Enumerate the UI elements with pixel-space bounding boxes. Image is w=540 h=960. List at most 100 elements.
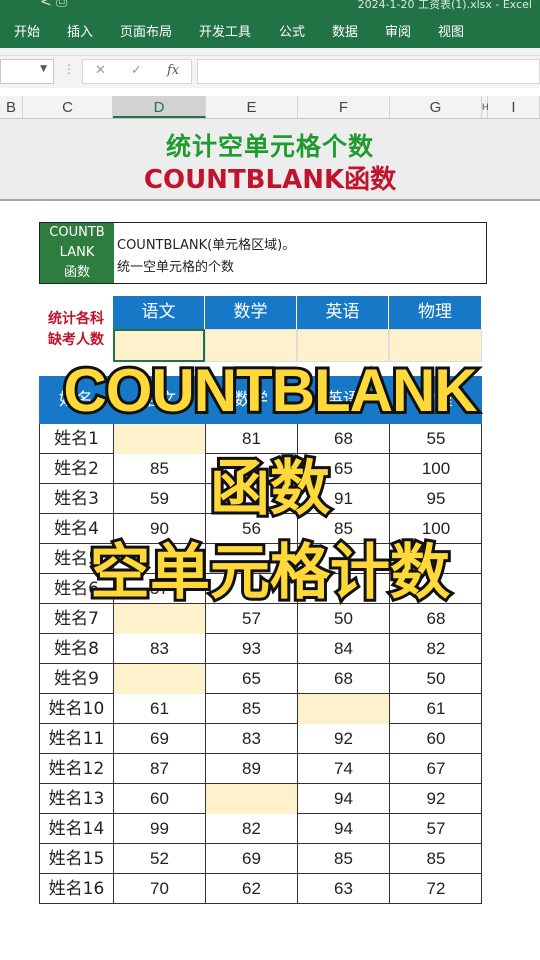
table-row: 姓名13 60 94 92 xyxy=(39,784,482,814)
score-cell[interactable]: 57 xyxy=(389,814,482,844)
column-header-c[interactable]: C xyxy=(23,96,113,118)
column-header-b[interactable]: B xyxy=(0,96,23,118)
score-cell[interactable]: 82 xyxy=(205,814,297,844)
subject-chinese[interactable]: 语文 xyxy=(113,296,205,329)
subject-math[interactable]: 数学 xyxy=(205,296,297,329)
score-cell[interactable]: 94 xyxy=(297,814,389,844)
window-title: 2024-1-20 工资表(1).xlsx - Excel xyxy=(357,0,532,11)
tab-data[interactable]: 数据 xyxy=(332,21,358,40)
tab-developer[interactable]: 开发工具 xyxy=(199,21,251,40)
table-row: 姓名12 87 89 74 67 xyxy=(39,754,482,784)
function-name-line: LANK xyxy=(59,245,95,260)
table-row: 姓名9 65 68 50 xyxy=(39,664,482,694)
tab-page-layout[interactable]: 页面布局 xyxy=(120,21,172,40)
table-row: 姓名8 83 93 84 82 xyxy=(39,634,482,664)
function-name-line: COUNTB xyxy=(49,225,105,240)
score-cell[interactable]: 84 xyxy=(297,634,389,664)
function-meaning: 统一空单元格的个数 xyxy=(117,260,235,275)
score-cell[interactable]: 87 xyxy=(113,754,205,784)
score-cell[interactable]: 85 xyxy=(297,844,389,874)
score-cell[interactable]: 50 xyxy=(389,664,482,694)
student-name-cell[interactable]: 姓名12 xyxy=(39,754,113,784)
score-cell[interactable] xyxy=(113,664,205,694)
score-cell[interactable]: 69 xyxy=(205,844,297,874)
score-cell[interactable]: 65 xyxy=(205,664,297,694)
formula-input[interactable] xyxy=(197,59,540,84)
tab-home[interactable]: 开始 xyxy=(14,21,40,40)
score-cell[interactable]: 63 xyxy=(297,874,389,904)
student-name-cell[interactable]: 姓名16 xyxy=(39,874,113,904)
score-cell[interactable]: 60 xyxy=(113,784,205,814)
fx-icon[interactable]: fx xyxy=(167,63,179,78)
cancel-icon[interactable]: ✕ xyxy=(95,63,106,78)
caption-line-1: COUNTBLANK xyxy=(60,354,480,427)
score-cell[interactable]: 61 xyxy=(389,694,482,724)
student-name-cell[interactable]: 姓名14 xyxy=(39,814,113,844)
score-cell[interactable]: 83 xyxy=(113,634,205,664)
score-cell[interactable]: 89 xyxy=(205,754,297,784)
column-header-e[interactable]: E xyxy=(206,96,298,118)
caption-line-2: 函数 xyxy=(207,451,333,527)
formula-buttons: ✕ ✓ fx xyxy=(82,59,192,84)
score-cell[interactable]: 85 xyxy=(205,694,297,724)
score-cell[interactable] xyxy=(297,694,389,724)
score-cell[interactable]: 70 xyxy=(113,874,205,904)
function-name-cell[interactable]: COUNTB LANK 函数 xyxy=(40,223,114,283)
absent-label-line: 缺考人数 xyxy=(48,332,104,348)
column-header-g[interactable]: G xyxy=(390,96,482,118)
student-name-cell[interactable]: 姓名13 xyxy=(39,784,113,814)
score-cell[interactable]: 99 xyxy=(113,814,205,844)
absent-label-line: 统计各科 xyxy=(48,311,104,327)
tab-review[interactable]: 审阅 xyxy=(385,21,411,40)
ribbon-divider xyxy=(0,48,540,56)
score-cell[interactable]: 69 xyxy=(113,724,205,754)
score-cell[interactable]: 92 xyxy=(297,724,389,754)
score-cell[interactable]: 92 xyxy=(389,784,482,814)
drag-handle-icon[interactable]: ⋮ xyxy=(63,62,75,76)
score-cell[interactable]: 83 xyxy=(205,724,297,754)
student-name-cell[interactable]: 姓名11 xyxy=(39,724,113,754)
tab-insert[interactable]: 插入 xyxy=(67,21,93,40)
score-cell[interactable]: 93 xyxy=(205,634,297,664)
student-name-cell[interactable]: 姓名8 xyxy=(39,634,113,664)
formula-bar: ▼ ⋮ ✕ ✓ fx xyxy=(0,56,540,88)
banner-subtitle: COUNTBLANK函数 xyxy=(143,165,397,195)
column-header-i[interactable]: I xyxy=(488,96,540,118)
score-cell[interactable]: 72 xyxy=(389,874,482,904)
score-cell[interactable]: 82 xyxy=(389,634,482,664)
student-name-cell[interactable]: 姓名9 xyxy=(39,664,113,694)
subject-physics[interactable]: 物理 xyxy=(389,296,482,329)
function-syntax: COUNTBLANK(单元格区域)。 xyxy=(117,238,296,253)
table-row: 姓名15 52 69 85 85 xyxy=(39,844,482,874)
score-cell[interactable]: 60 xyxy=(389,724,482,754)
score-cell[interactable]: 68 xyxy=(297,664,389,694)
chevron-down-icon[interactable]: ▼ xyxy=(40,64,47,74)
function-description: COUNTB LANK 函数 COUNTBLANK(单元格区域)。 统一空单元格… xyxy=(39,222,487,284)
banner: 统计空单元格个数 COUNTBLANK函数 xyxy=(0,119,540,201)
student-name-cell[interactable]: 姓名10 xyxy=(39,694,113,724)
subject-english[interactable]: 英语 xyxy=(297,296,389,329)
absent-count-label: 统计各科 缺考人数 xyxy=(40,309,112,351)
score-cell[interactable]: 85 xyxy=(389,844,482,874)
table-row: 姓名16 70 62 63 72 xyxy=(39,874,482,904)
tab-view[interactable]: 视图 xyxy=(438,21,464,40)
name-box[interactable]: ▼ xyxy=(0,59,54,84)
score-cell[interactable] xyxy=(205,784,297,814)
column-header-d[interactable]: D xyxy=(113,96,206,118)
score-cell[interactable]: 74 xyxy=(297,754,389,784)
excel-window: < ⎙ 2024-1-20 工资表(1).xlsx - Excel 开始 插入 … xyxy=(0,0,540,960)
table-row: 姓名11 69 83 92 60 xyxy=(39,724,482,754)
column-header-f[interactable]: F xyxy=(298,96,390,118)
title-bar: < ⎙ 2024-1-20 工资表(1).xlsx - Excel xyxy=(0,0,540,12)
score-cell[interactable]: 52 xyxy=(113,844,205,874)
table-row: 姓名14 99 82 94 57 xyxy=(39,814,482,844)
tab-formulas[interactable]: 公式 xyxy=(279,21,305,40)
score-cell[interactable]: 94 xyxy=(297,784,389,814)
score-cell[interactable]: 61 xyxy=(113,694,205,724)
banner-title: 统计空单元格个数 xyxy=(165,132,374,161)
score-cell[interactable]: 67 xyxy=(389,754,482,784)
check-icon[interactable]: ✓ xyxy=(131,63,142,78)
score-cell[interactable]: 62 xyxy=(205,874,297,904)
student-name-cell[interactable]: 姓名15 xyxy=(39,844,113,874)
quick-access-icons[interactable]: < ⎙ xyxy=(40,0,67,10)
